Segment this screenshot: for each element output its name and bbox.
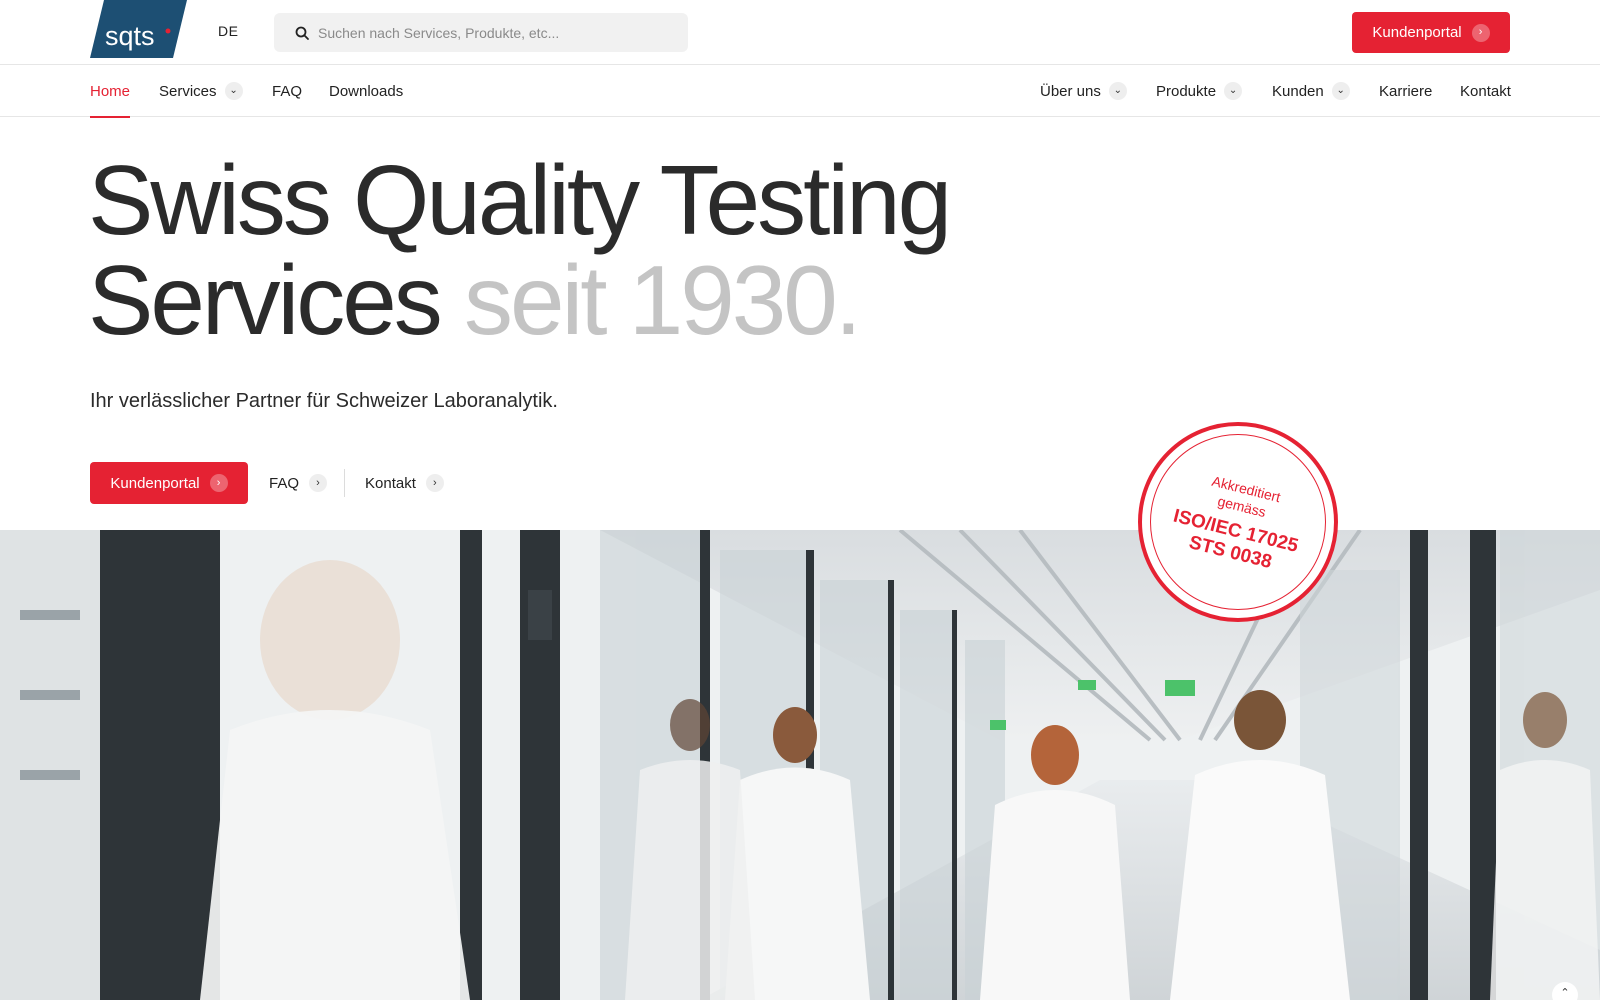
- top-bar: sqts DE Kundenportal ›: [0, 0, 1600, 65]
- nav-produkte-label: Produkte: [1156, 82, 1217, 100]
- search-icon: [295, 26, 309, 40]
- hero-kundenportal-label: Kundenportal: [110, 474, 200, 492]
- main-navigation: Home Services ⌄ FAQ Downloads Über uns ⌄…: [0, 65, 1600, 118]
- nav-karriere-label: Karriere: [1379, 82, 1433, 100]
- nav-ueber-uns-label: Über uns: [1040, 82, 1101, 100]
- hero-lab-photo: [0, 530, 1600, 1000]
- hero-subline: Ihr verlässlicher Partner für Schweizer …: [90, 390, 558, 412]
- kundenportal-label: Kundenportal: [1372, 24, 1462, 41]
- kundenportal-button[interactable]: Kundenportal ›: [1352, 12, 1510, 53]
- hero-kundenportal-button[interactable]: Kundenportal ›: [90, 462, 248, 504]
- accreditation-stamp: Akkreditiert gemäss ISO/IEC 17025 STS 00…: [1138, 422, 1338, 622]
- nav-kontakt-label: Kontakt: [1460, 82, 1511, 100]
- nav-home-label: Home: [90, 82, 131, 100]
- chevron-right-icon: ›: [1471, 23, 1490, 42]
- lab-corridor-image: [0, 530, 1600, 1000]
- nav-home[interactable]: Home: [90, 65, 131, 118]
- chevron-right-icon: ›: [425, 474, 444, 492]
- hero-faq-label: FAQ: [269, 474, 300, 492]
- cta-divider: [344, 469, 345, 497]
- nav-ueber-uns[interactable]: Über uns ⌄: [1040, 65, 1127, 117]
- nav-services-label: Services: [159, 82, 217, 100]
- chevron-down-icon: ⌄: [1331, 82, 1350, 100]
- hero-faq-link[interactable]: FAQ ›: [269, 462, 328, 504]
- nav-karriere[interactable]: Karriere: [1379, 65, 1432, 117]
- nav-downloads[interactable]: Downloads: [329, 65, 403, 117]
- search-input[interactable]: [318, 13, 678, 52]
- nav-produkte[interactable]: Produkte ⌄: [1156, 65, 1243, 117]
- nav-kontakt[interactable]: Kontakt: [1460, 65, 1511, 117]
- headline-line-2-light: seit 1930.: [464, 245, 862, 355]
- sqts-logo[interactable]: sqts: [90, 0, 187, 58]
- headline-line-2-dark: Services: [88, 245, 443, 355]
- search-bar[interactable]: [274, 13, 688, 52]
- nav-services[interactable]: Services ⌄: [159, 65, 243, 117]
- language-switcher[interactable]: DE: [218, 23, 238, 39]
- chevron-down-icon: ⌄: [224, 82, 243, 100]
- logo-wordmark: sqts: [105, 21, 155, 51]
- chevron-up-icon: ⌃: [1560, 987, 1570, 999]
- headline-line-1: Swiss Quality Testing: [88, 145, 952, 255]
- nav-kunden[interactable]: Kunden ⌄: [1272, 65, 1350, 117]
- hero-kontakt-label: Kontakt: [365, 474, 416, 492]
- hero-kontakt-link[interactable]: Kontakt ›: [365, 462, 444, 504]
- chevron-right-icon: ›: [309, 474, 328, 492]
- nav-kunden-label: Kunden: [1272, 82, 1324, 100]
- nav-faq-label: FAQ: [272, 82, 303, 100]
- chevron-right-icon: ›: [209, 474, 228, 492]
- chevron-down-icon: ⌄: [1108, 82, 1127, 100]
- nav-downloads-label: Downloads: [329, 82, 404, 100]
- hero-headline: Swiss Quality Testing Services seit 1930…: [88, 150, 952, 350]
- nav-faq[interactable]: FAQ: [272, 65, 302, 117]
- chevron-down-icon: ⌄: [1224, 82, 1243, 100]
